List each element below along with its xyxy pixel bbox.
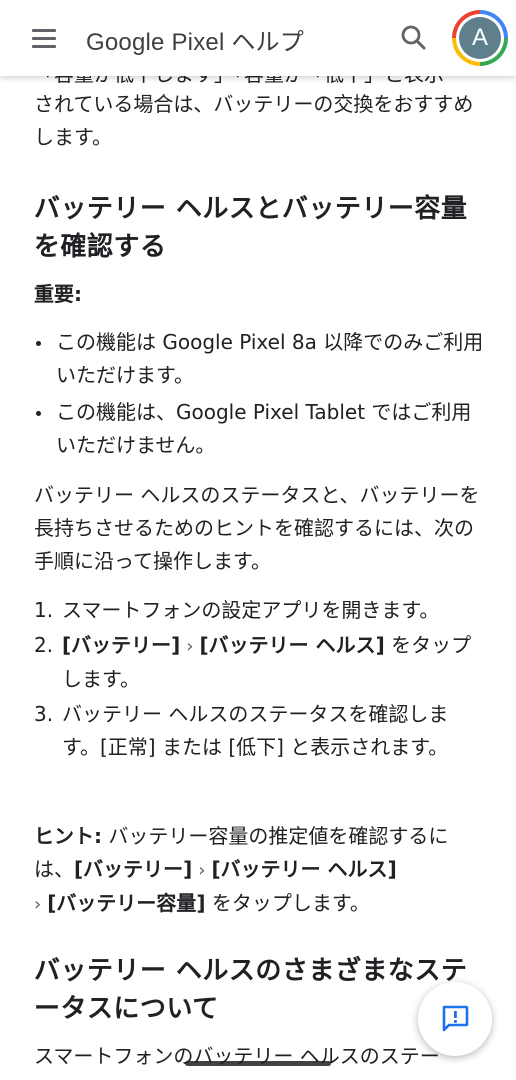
gesture-nav-handle[interactable] [185, 1061, 331, 1066]
step-battery-label: [バッテリー] [62, 633, 181, 657]
step-item: 1. スマートフォンの設定アプリを開きます。 [34, 594, 484, 627]
hint-label: ヒント: [34, 824, 102, 848]
chevron-right-icon: › [34, 894, 42, 915]
intro-paragraph: されている場合は、バッテリーの交換をおすすめします。 [34, 92, 474, 149]
app-bar: Google Pixel ヘルプ A [0, 0, 516, 76]
description-paragraph: バッテリー ヘルスのステータスと、バッテリーを長持ちさせるためのヒントを確認する… [34, 483, 480, 573]
hint-paragraph: ヒント: バッテリー容量の推定値を確認するには、[バッテリー] › [バッテリー ヘ… [34, 820, 484, 921]
bullet-item: この機能は Google Pixel 8a 以降でのみご利用いただけます。 [34, 326, 484, 392]
step-number: 1. [34, 598, 54, 622]
important-label: 重要: [34, 282, 82, 306]
hint-battery-capacity-label: [バッテリー容量] [47, 891, 206, 915]
step-item: 3. バッテリー ヘルスのステータスを確認します。[正常] または [低下] と… [34, 698, 484, 764]
hint-battery-health-label: [バッテリー ヘルス] [211, 857, 397, 881]
hint-battery-label: [バッテリー] [74, 857, 193, 881]
bullet-dot [36, 341, 41, 346]
step-text: スマートフォンの設定アプリを開きます。 [62, 598, 440, 622]
app-title[interactable]: Google Pixel ヘルプ [86, 22, 304, 57]
account-avatar-button[interactable]: A [452, 10, 508, 66]
chevron-right-icon: › [186, 636, 194, 657]
important-bullet-list: この機能は Google Pixel 8a 以降でのみご利用いただけます。 この… [34, 326, 484, 466]
step-number: 2. [34, 633, 54, 657]
bullet-item: この機能は、Google Pixel Tablet ではご利用いただけません。 [34, 396, 484, 462]
bullet-text: この機能は Google Pixel 8a 以降でのみご利用いただけます。 [56, 330, 484, 387]
bullet-text: この機能は、Google Pixel Tablet ではご利用いただけません。 [56, 400, 472, 457]
hint-text-end: をタップします。 [205, 891, 370, 915]
step-item: 2. [バッテリー] › [バッテリー ヘルス] をタップします。 [34, 629, 484, 696]
section-heading-battery-health: バッテリー ヘルスとバッテリー容量を確認する [34, 194, 468, 262]
avatar: A [459, 17, 501, 59]
feedback-button[interactable] [418, 982, 492, 1056]
chevron-right-icon: › [198, 860, 206, 881]
steps-list: 1. スマートフォンの設定アプリを開きます。 2. [バッテリー] › [バッテリー… [34, 594, 484, 766]
step-battery-health-label: [バッテリー ヘルス] [199, 633, 385, 657]
search-icon[interactable] [396, 20, 432, 56]
status-paragraph: スマートフォンのバッテリー ヘルスのステー [34, 1040, 484, 1073]
step-number: 3. [34, 702, 54, 726]
menu-icon[interactable] [28, 24, 62, 54]
feedback-icon [442, 1005, 469, 1032]
help-article: 「容量が低下します」「容量が「低下」と表示 されている場合は、バッテリーの交換を… [0, 0, 516, 1080]
bullet-dot [36, 411, 41, 416]
step-text: バッテリー ヘルスのステータスを確認します。[正常] または [低下] と表示さ… [62, 702, 449, 759]
